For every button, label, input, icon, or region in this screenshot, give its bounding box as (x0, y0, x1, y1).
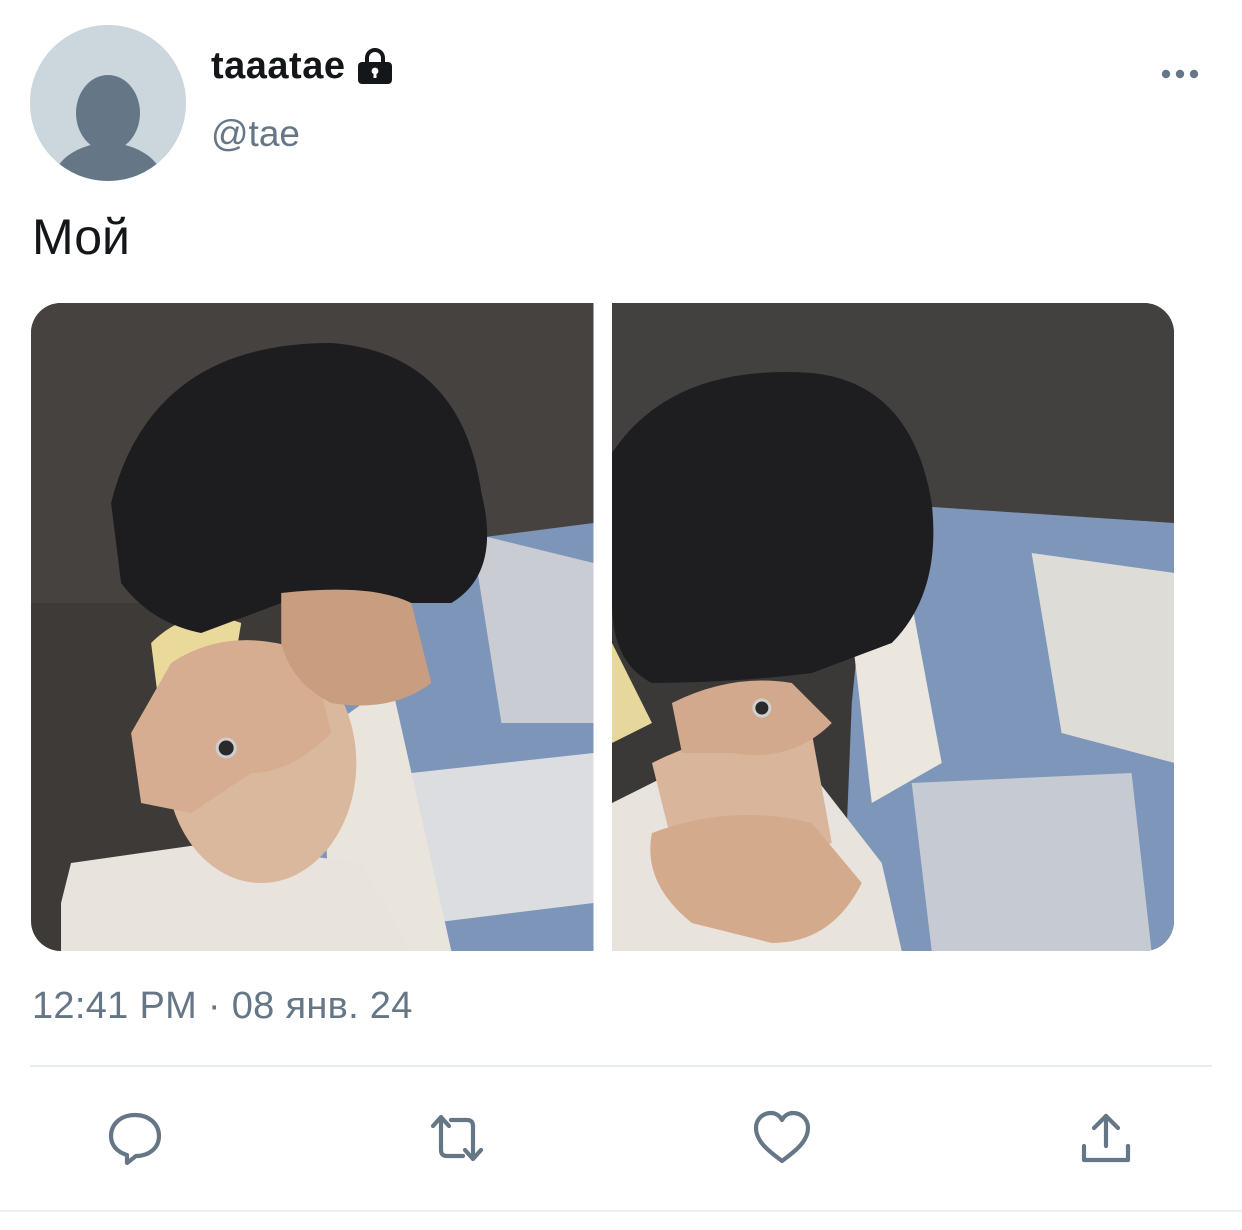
display-name-row[interactable]: taaatae (211, 42, 395, 90)
divider (30, 1065, 1212, 1067)
media-grid (31, 303, 1174, 951)
tweet-card: taaatae @tae Мой 12:41 PM · 08 янв. 24 (0, 0, 1242, 1230)
heart-icon (753, 1110, 811, 1164)
share-button[interactable] (1074, 1106, 1138, 1170)
bottom-divider (0, 1210, 1242, 1212)
default-avatar-icon (30, 25, 186, 181)
media-photo-2[interactable] (611, 303, 1174, 951)
share-icon (1081, 1113, 1131, 1163)
more-options-button[interactable] (1152, 56, 1208, 92)
reply-button[interactable] (103, 1106, 167, 1170)
lock-icon (355, 46, 395, 86)
avatar[interactable] (30, 25, 186, 181)
reply-icon (108, 1112, 162, 1166)
display-name[interactable]: taaatae (211, 42, 345, 90)
tweet-text: Мой (32, 209, 130, 265)
retweet-icon (430, 1114, 484, 1162)
user-handle[interactable]: @tae (211, 110, 300, 158)
more-horizontal-icon (1161, 69, 1199, 79)
photo-image (31, 303, 594, 951)
like-button[interactable] (750, 1106, 814, 1170)
media-photo-1[interactable] (31, 303, 594, 951)
retweet-button[interactable] (425, 1106, 489, 1170)
photo-image (611, 303, 1174, 951)
tweet-timestamp[interactable]: 12:41 PM · 08 янв. 24 (32, 982, 413, 1030)
